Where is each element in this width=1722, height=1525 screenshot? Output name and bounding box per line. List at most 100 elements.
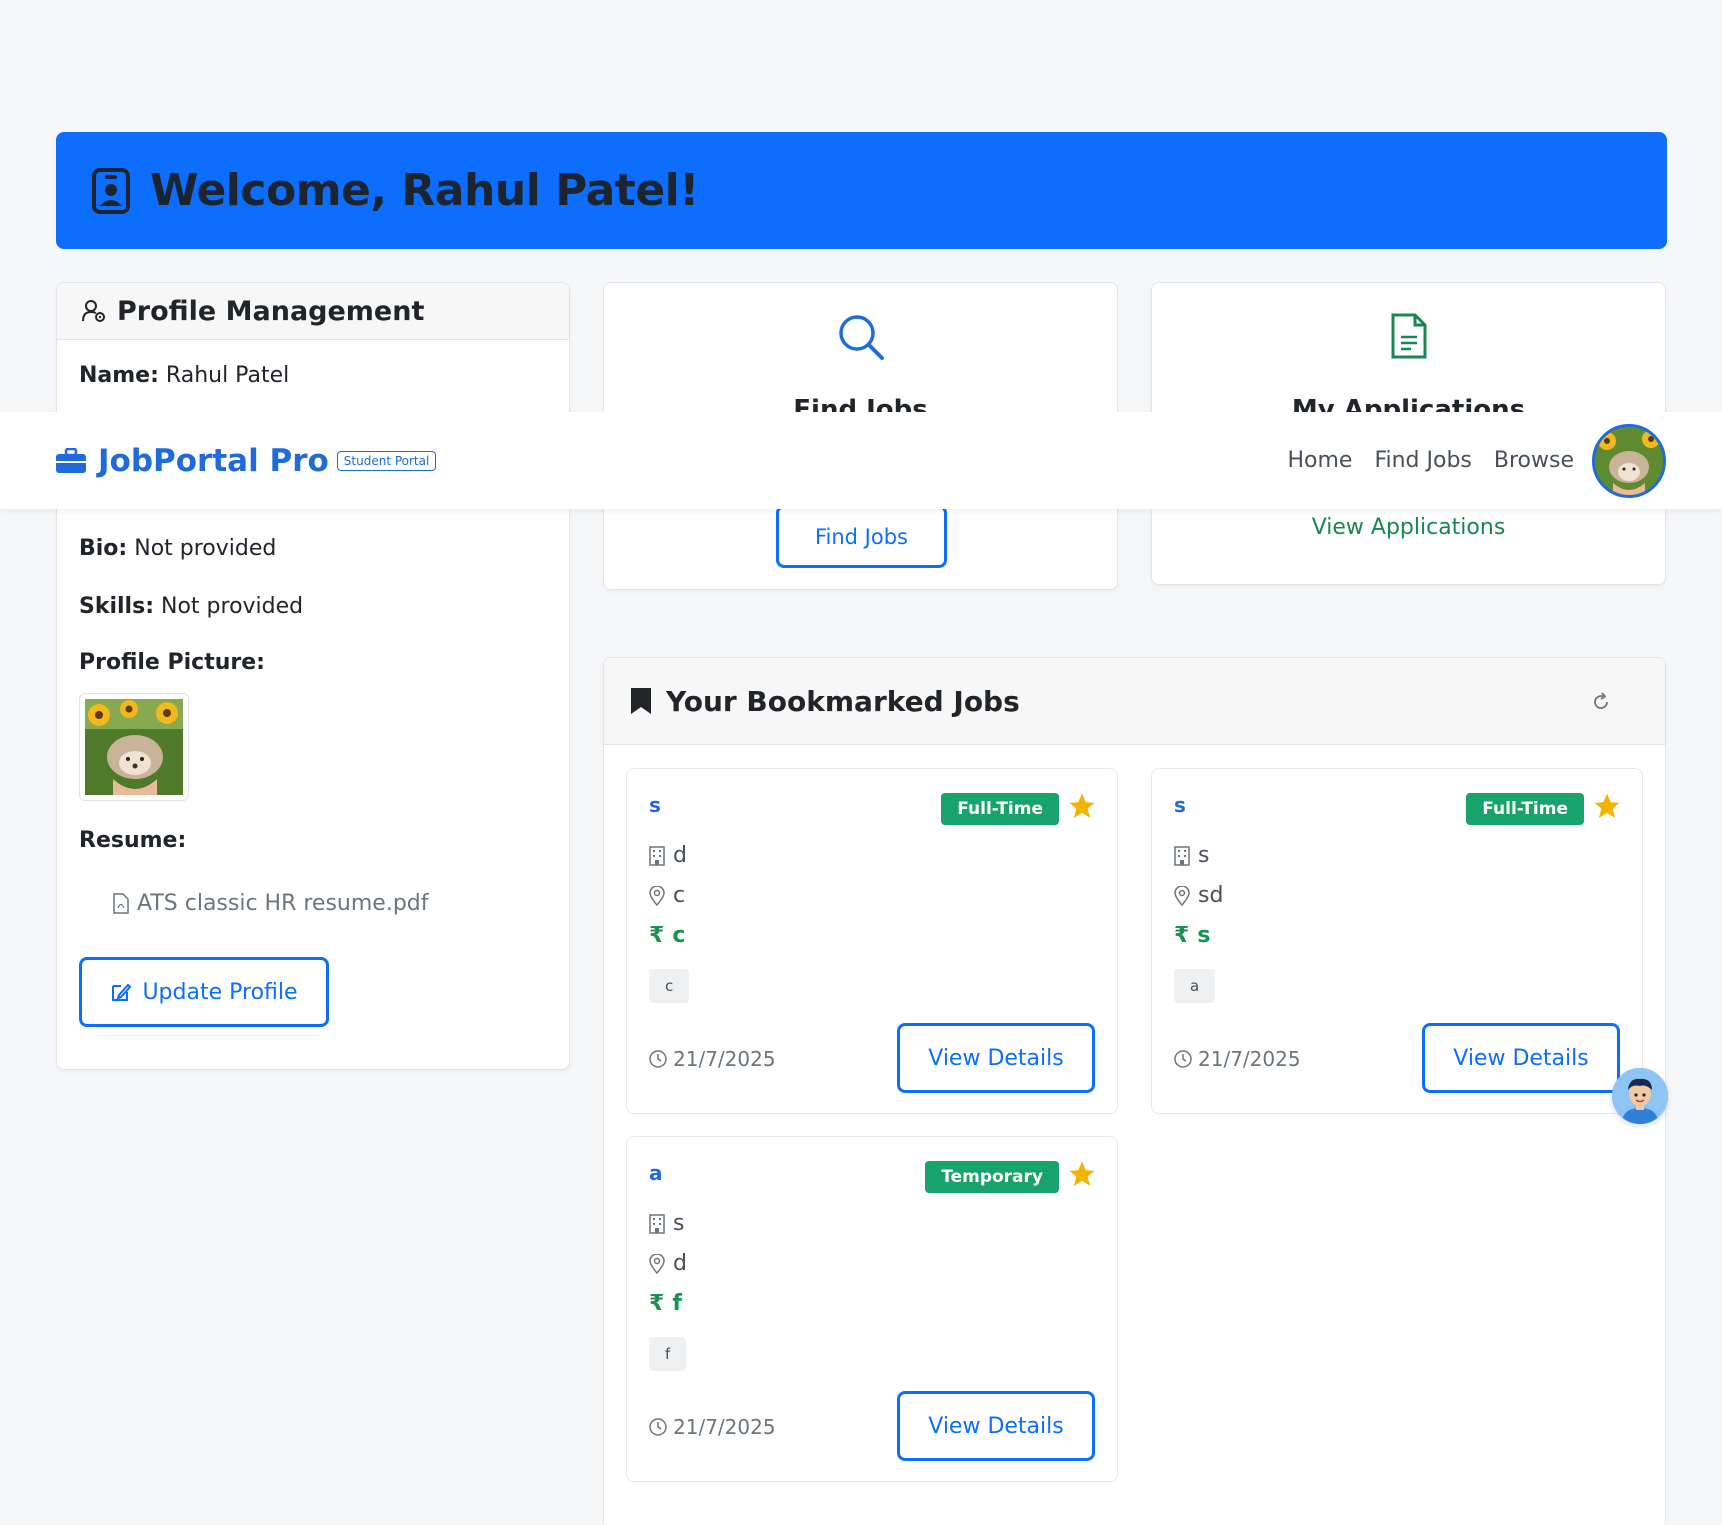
profile-bio-row: Bio: Not provided [79, 536, 276, 561]
clock-icon [649, 1418, 667, 1436]
job-date: 21/7/2025 [673, 1415, 776, 1439]
star-icon[interactable] [1067, 791, 1097, 821]
job-type-badge: Full-Time [941, 793, 1059, 825]
location-icon [649, 885, 665, 906]
job-title[interactable]: a [649, 1161, 663, 1185]
user-avatar[interactable] [1592, 423, 1666, 498]
company-row: s [1174, 843, 1209, 868]
nav-home[interactable]: Home [1287, 448, 1352, 473]
job-salary: c [672, 923, 686, 948]
job-date-row: 21/7/2025 [649, 1415, 776, 1439]
building-icon [649, 1213, 665, 1234]
chat-helper-avatar[interactable] [1612, 1068, 1668, 1124]
resume-file-link[interactable]: ATS classic HR resume.pdf [113, 891, 429, 916]
person-gear-icon [82, 300, 105, 322]
nav-browse[interactable]: Browse [1494, 448, 1574, 473]
find-jobs-button[interactable]: Find Jobs [776, 505, 947, 568]
job-tag: f [649, 1337, 687, 1371]
view-details-button[interactable]: View Details [1422, 1023, 1620, 1093]
job-salary: f [672, 1291, 682, 1316]
job-date: 21/7/2025 [1198, 1047, 1301, 1071]
welcome-banner: Welcome, Rahul Patel! [56, 132, 1667, 249]
company-row: d [649, 843, 687, 868]
profile-skills-row: Skills: Not provided [79, 594, 303, 619]
rupee-icon: ₹ [1174, 923, 1190, 948]
bookmarked-jobs-title: Your Bookmarked Jobs [666, 684, 1020, 718]
brand[interactable]: JobPortal Pro Student Portal [56, 442, 437, 479]
document-icon [1391, 313, 1426, 359]
company-row: s [649, 1211, 684, 1236]
company-name: d [673, 843, 687, 868]
job-location: sd [1198, 883, 1224, 908]
bio-value: Not provided [134, 536, 277, 561]
star-icon[interactable] [1067, 1159, 1097, 1189]
profile-card: Profile Management Name: Rahul Patel Bio… [56, 282, 570, 1070]
job-title[interactable]: s [1174, 793, 1186, 817]
bookmarked-jobs-panel: Your Bookmarked Jobs s Full-Time d c ₹ c… [603, 657, 1666, 1525]
view-details-label: View Details [928, 1045, 1064, 1071]
student-portal-badge: Student Portal [336, 450, 437, 471]
view-applications-link[interactable]: View Applications [1152, 515, 1665, 540]
pdf-file-icon [113, 893, 129, 914]
update-profile-label: Update Profile [142, 979, 298, 1005]
briefcase-icon [56, 447, 86, 473]
job-type-badge: Full-Time [1466, 793, 1584, 825]
job-type-badge: Temporary [925, 1161, 1059, 1193]
job-card: s Full-Time s sd ₹ s a 21/7/2025 View De… [1151, 768, 1643, 1114]
job-location: c [673, 883, 686, 908]
salary-row: ₹ f [649, 1291, 682, 1316]
view-details-label: View Details [1453, 1045, 1589, 1071]
job-card: s Full-Time d c ₹ c c 21/7/2025 View Det… [626, 768, 1118, 1114]
location-icon [649, 1253, 665, 1274]
bookmarked-jobs-header: Your Bookmarked Jobs [604, 658, 1665, 745]
job-card: a Temporary s d ₹ f f 21/7/2025 View Det… [626, 1136, 1118, 1482]
refresh-icon[interactable] [1591, 692, 1611, 712]
job-date-row: 21/7/2025 [649, 1047, 776, 1071]
welcome-title: Welcome, Rahul Patel! [150, 165, 699, 216]
view-details-button[interactable]: View Details [897, 1391, 1095, 1461]
avatar-hedgehog-image [1595, 426, 1663, 495]
update-profile-button[interactable]: Update Profile [79, 957, 329, 1027]
rupee-icon: ₹ [649, 923, 665, 948]
name-label: Name: [79, 363, 159, 388]
find-jobs-button-label: Find Jobs [814, 524, 908, 549]
salary-row: ₹ s [1174, 923, 1210, 948]
top-navbar: JobPortal Pro Student Portal Home Find J… [0, 412, 1722, 509]
salary-row: ₹ c [649, 923, 685, 948]
cartoon-person-icon [1612, 1068, 1668, 1124]
bio-label: Bio: [79, 536, 128, 561]
picture-label: Profile Picture: [79, 650, 265, 675]
bookmark-icon [631, 688, 651, 714]
profile-picture-label-row: Profile Picture: [79, 650, 265, 675]
view-details-button[interactable]: View Details [897, 1023, 1095, 1093]
skills-value: Not provided [161, 594, 304, 619]
job-date-row: 21/7/2025 [1174, 1047, 1301, 1071]
company-name: s [673, 1211, 685, 1236]
hedgehog-photo [85, 699, 183, 795]
job-salary: s [1197, 923, 1211, 948]
edit-icon [112, 983, 132, 1001]
location-icon [1174, 885, 1190, 906]
profile-picture [79, 693, 189, 801]
location-row: d [649, 1251, 687, 1276]
brand-name: JobPortal Pro [98, 442, 329, 479]
nav-find-jobs[interactable]: Find Jobs [1374, 448, 1471, 473]
resume-file-name: ATS classic HR resume.pdf [137, 891, 429, 916]
rupee-icon: ₹ [649, 1291, 665, 1316]
job-title[interactable]: s [649, 793, 661, 817]
profile-card-title: Profile Management [117, 295, 425, 327]
resume-label: Resume: [79, 828, 187, 853]
star-icon[interactable] [1592, 791, 1622, 821]
job-date: 21/7/2025 [673, 1047, 776, 1071]
clock-icon [649, 1050, 667, 1068]
location-row: sd [1174, 883, 1223, 908]
clock-icon [1174, 1050, 1192, 1068]
skills-label: Skills: [79, 594, 154, 619]
building-icon [649, 845, 665, 866]
name-value: Rahul Patel [165, 363, 290, 388]
building-icon [1174, 845, 1190, 866]
search-icon [838, 315, 884, 360]
job-tag: a [1174, 969, 1216, 1003]
profile-name-row: Name: Rahul Patel [79, 363, 289, 388]
person-badge-icon [92, 167, 130, 214]
